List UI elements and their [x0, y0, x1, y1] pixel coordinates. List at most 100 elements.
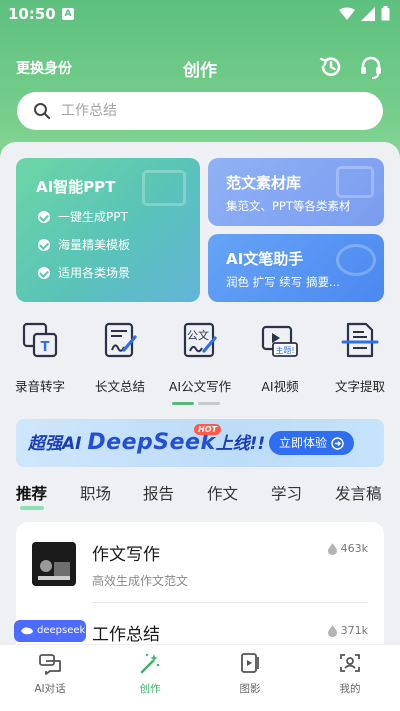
item-subtitle: 高效生成作文范文 [92, 574, 189, 588]
ai-video-glyph: 主题! [275, 345, 294, 355]
writing-assistant-card[interactable]: AI文笔助手 润色 扩写 续写 摘要... [208, 234, 384, 302]
text-extract-icon [341, 322, 379, 358]
category-active-indicator [20, 506, 44, 510]
top-bar: 更换身份 创作 [0, 48, 400, 86]
tab-label: 我的 [339, 683, 361, 695]
category-tab-report[interactable]: 报告 [143, 482, 174, 504]
tool-pager [172, 402, 220, 405]
writing-assistant-title: AI文笔助手 [226, 250, 304, 268]
writing-assistant-subtitle: 润色 扩写 续写 摘要... [226, 275, 340, 289]
ppt-feature: 适用各类场景 [38, 264, 130, 281]
ppt-feature-label: 适用各类场景 [58, 266, 131, 280]
flame-icon [327, 624, 337, 637]
bottom-tab-bar: AI对话 创作 图影 我的 [0, 644, 400, 711]
category-tab-recommend[interactable]: 推荐 [16, 482, 47, 504]
banner-prefix: 超强AI [28, 434, 82, 454]
list-divider [92, 602, 368, 603]
check-icon [38, 266, 50, 279]
tab-label: 创作 [139, 683, 161, 695]
tab-label: 图影 [239, 683, 261, 695]
video-frame-icon [241, 653, 259, 673]
chat-icon [39, 654, 61, 675]
ai-ppt-title: AI智能PPT [36, 178, 116, 196]
sample-library-subtitle: 集范文、PPT等各类素材 [226, 199, 351, 213]
status-time: 10:50 [8, 5, 56, 23]
item-count-value: 371k [340, 624, 368, 637]
search-bar[interactable] [17, 92, 383, 130]
item-title: 作文写作 [92, 545, 160, 565]
try-now-button[interactable]: 立即体验 [268, 431, 354, 455]
tool-text-extract[interactable]: 文字提取 [320, 320, 400, 395]
ai-video-icon: 主题! [261, 325, 298, 357]
deepseek-badge-label: deepseek [37, 625, 86, 636]
profile-icon [340, 654, 360, 672]
ppt-feature-label: 一键生成PPT [58, 210, 128, 224]
thumbnail-image-icon [32, 542, 76, 586]
audio-to-text-icon: T [22, 322, 58, 358]
sample-library-card[interactable]: 范文素材库 集范文、PPT等各类素材 [208, 158, 384, 226]
item-title: 工作总结 [92, 625, 160, 645]
category-tab-workplace[interactable]: 职场 [80, 482, 111, 504]
category-tab-essay[interactable]: 作文 [207, 482, 238, 504]
long-text-summary-icon [104, 322, 137, 358]
tool-label: AI公文写作 [168, 379, 232, 394]
tool-label: 录音转字 [14, 379, 65, 394]
arrow-circle-icon [331, 436, 344, 450]
category-tab-study[interactable]: 学习 [271, 482, 302, 504]
check-icon [38, 210, 50, 223]
item-thumbnail [32, 542, 76, 586]
tab-label: AI对话 [34, 683, 66, 695]
deepseek-banner[interactable]: 超强AI DeepSeek上线!! HOT 立即体验 [16, 419, 384, 467]
tab-create[interactable]: 创作 [100, 651, 200, 696]
tool-audio-to-text[interactable]: T 录音转字 [0, 320, 80, 395]
item-count-value: 463k [340, 542, 368, 555]
official-doc-glyph: 公文 [187, 328, 209, 342]
magic-wand-icon [140, 653, 160, 674]
try-now-label: 立即体验 [278, 436, 327, 450]
banner-headline: 超强AI DeepSeek上线!! [28, 429, 265, 455]
item-usage-count: 371k [327, 624, 368, 637]
tool-official-doc[interactable]: 公文 AI公文写作 [160, 320, 240, 395]
battery-icon [381, 6, 390, 21]
tab-ai-chat[interactable]: AI对话 [0, 651, 100, 696]
tool-label: 长文总结 [94, 379, 145, 394]
library-icon [336, 166, 374, 198]
deepseek-floating-badge[interactable]: deepseek [14, 620, 86, 642]
tool-long-text-summary[interactable]: 长文总结 [80, 320, 160, 395]
tool-row: T 录音转字 长文总结 公文 AI公文写作 主题! AI视频 文字提取 [0, 320, 400, 396]
ai-ppt-card[interactable]: AI智能PPT 一键生成PPT 海量精美模板 适用各类场景 [16, 158, 200, 302]
chat-bubble-icon [336, 244, 376, 276]
sample-library-title: 范文素材库 [226, 174, 302, 192]
status-indicators [339, 6, 390, 21]
banner-suffix: 上线!! [215, 434, 266, 454]
category-tab-speech[interactable]: 发言稿 [335, 482, 382, 504]
tool-label: AI视频 [261, 379, 299, 394]
tab-profile[interactable]: 我的 [300, 651, 400, 696]
ppt-feature-label: 海量精美模板 [58, 238, 131, 252]
status-bar: 10:50 A [0, 0, 400, 30]
item-usage-count: 463k [327, 542, 368, 555]
list-item[interactable]: 作文写作 高效生成作文范文 463k [16, 522, 384, 603]
tab-media[interactable]: 图影 [200, 651, 300, 696]
history-icon[interactable] [318, 54, 344, 80]
monitor-icon [142, 170, 186, 206]
whale-icon [21, 627, 33, 635]
ppt-feature: 海量精美模板 [38, 236, 130, 253]
wifi-icon [339, 7, 355, 20]
signal-icon [361, 6, 375, 21]
notification-icon: A [62, 8, 74, 20]
customer-service-icon[interactable] [358, 54, 384, 80]
official-doc-icon: 公文 [183, 322, 217, 358]
tool-ai-video[interactable]: 主题! AI视频 [240, 320, 320, 395]
category-tabs: 推荐 职场 报告 作文 学习 发言稿 [0, 480, 400, 514]
pager-dot [198, 402, 220, 405]
tool-label: 文字提取 [334, 379, 385, 394]
audio-to-text-glyph: T [41, 340, 50, 355]
check-icon [38, 238, 50, 251]
search-input[interactable] [61, 92, 361, 130]
ppt-feature: 一键生成PPT [38, 208, 128, 225]
hot-badge: HOT [194, 424, 221, 435]
search-icon [34, 103, 51, 120]
pager-dot-active [172, 402, 194, 405]
flame-icon [327, 542, 337, 555]
